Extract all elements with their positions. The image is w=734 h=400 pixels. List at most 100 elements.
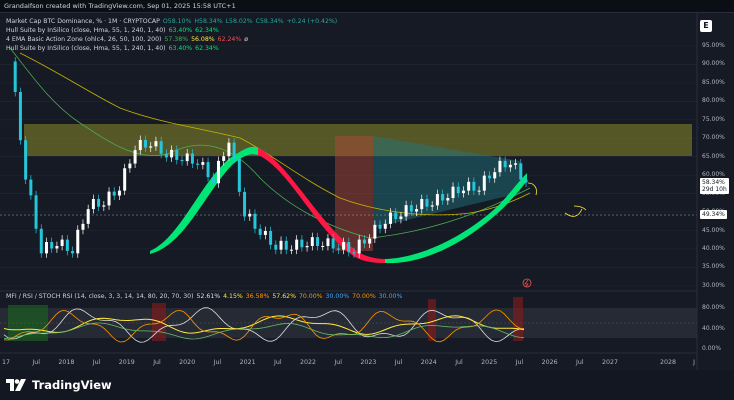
candle-body: [399, 216, 403, 219]
candle-body: [154, 141, 158, 147]
candle-body: [39, 228, 43, 254]
legend-hull-1[interactable]: Hull Suite by InSilico (close, Hma, 55, …: [6, 26, 219, 35]
candle-body: [86, 209, 90, 224]
candle-body: [185, 153, 189, 162]
price-axis-label: 95.00%: [702, 42, 725, 49]
osc-red-zone-2: [428, 299, 436, 341]
indicator-name: MFI / RSI / STOCH RSI (14, close, 3, 3, …: [6, 293, 194, 300]
candle-body: [524, 179, 528, 183]
indicator-value: 70.00%: [352, 293, 376, 300]
time-axis-label: Jul: [273, 359, 282, 366]
candle-body: [331, 238, 335, 249]
indicator-value: 30.00%: [378, 293, 403, 300]
candle-body: [425, 199, 429, 207]
brand-name: TradingView: [32, 378, 112, 392]
osc-axis-label: 0.00%: [702, 345, 722, 352]
candle-body: [102, 205, 106, 207]
osc-axis-label: 40.00%: [702, 325, 725, 332]
expand-button[interactable]: E: [700, 20, 712, 32]
ohlc-open: O58.10%: [162, 18, 192, 25]
time-axis-label: 2019: [118, 359, 135, 366]
candle-body: [467, 181, 471, 191]
candle-body: [44, 242, 48, 254]
time-axis-label: Jul: [153, 359, 161, 366]
candle-body: [117, 190, 121, 196]
candle-body: [373, 224, 377, 239]
candle-body: [456, 186, 460, 194]
candle-body: [342, 242, 346, 250]
candle-body: [441, 194, 445, 201]
tradingview-logo-icon: [6, 379, 26, 391]
candle-body: [326, 238, 330, 246]
price-axis-label: 75.00%: [702, 115, 725, 123]
attribution-text: GrandaIfson created with TradingView.com…: [4, 2, 236, 10]
candle-body: [362, 239, 366, 244]
candle-body: [164, 153, 168, 158]
candle-body: [472, 181, 476, 191]
candle-body: [394, 212, 398, 219]
legend-ema[interactable]: 4 EMA Basic Action Zone (ohlc4, 26, 50, …: [6, 35, 248, 44]
candle-body: [461, 190, 465, 194]
candle-body: [378, 224, 382, 229]
candle-body: [29, 179, 33, 196]
current-price: 58.34%: [702, 179, 725, 186]
osc-red-zone-3: [513, 297, 523, 341]
time-axis-label: 2023: [360, 359, 377, 366]
candle-body: [415, 209, 419, 212]
candle-body: [279, 240, 283, 250]
candle-body: [190, 153, 194, 164]
indicator-name: 4 EMA Basic Action Zone (ohlc4, 26, 50, …: [6, 36, 162, 43]
time-axis-label: Jul: [455, 359, 463, 366]
ohlc-change: +0.24 (+0.42%): [286, 18, 338, 25]
candle-body: [409, 205, 413, 212]
time-axis-label: Jul: [515, 359, 524, 366]
candle-body: [482, 175, 486, 191]
time-axis-label: 2021: [239, 359, 256, 366]
candle-body: [477, 190, 481, 192]
price-axis-label: 85.00%: [702, 78, 725, 86]
footer-bar: TradingView: [0, 370, 734, 400]
indicator-value: 62.34%: [195, 27, 219, 34]
indicator-value: 63.40%: [168, 45, 193, 52]
indicator-value: 56.08%: [191, 36, 215, 43]
candle-body: [97, 199, 101, 207]
legend-main[interactable]: Market Cap BTC Dominance, % · 1M · CRYPT…: [6, 17, 337, 26]
indicator-value: 30.00%: [325, 293, 350, 300]
candle-body: [216, 160, 220, 184]
candle-body: [71, 250, 75, 254]
candle-body: [24, 140, 28, 180]
tradingview-logo[interactable]: TradingView: [6, 378, 112, 392]
candle-body: [310, 237, 314, 246]
price-axis-label: 70.00%: [702, 134, 725, 142]
price-axis-label: 90.00%: [702, 60, 725, 68]
candle-body: [159, 141, 163, 154]
price-axis-label: 65.00%: [702, 152, 725, 160]
candle-body: [237, 158, 241, 192]
candle-body: [128, 163, 132, 169]
candle-body: [368, 238, 372, 244]
time-axis-label: 2025: [481, 359, 498, 366]
candle-body: [253, 213, 257, 229]
candle-body: [13, 61, 17, 93]
time-axis-label: Jul: [575, 359, 584, 366]
indicator-name: Hull Suite by InSilico (close, Hma, 55, …: [6, 45, 166, 52]
ohlc-low: L58.02%: [225, 18, 253, 25]
candle-body: [357, 239, 361, 254]
time-axis-label: 2022: [299, 359, 317, 366]
legend-hull-2[interactable]: Hull Suite by InSilico (close, Hma, 55, …: [6, 44, 219, 53]
candle-body: [201, 162, 205, 165]
candle-body: [91, 199, 95, 210]
candle-body: [65, 239, 69, 251]
chart-area[interactable]: Market Cap BTC Dominance, % · 1M · CRYPT…: [0, 12, 734, 371]
candle-body: [248, 213, 252, 217]
ohlc-high: H58.34%: [194, 18, 223, 25]
candle-body: [435, 194, 439, 206]
candle-body: [269, 230, 273, 245]
indicator-value: 57.38%: [164, 36, 189, 43]
legend-oscillator[interactable]: MFI / RSI / STOCH RSI (14, close, 3, 3, …: [6, 292, 402, 301]
candle-body: [211, 177, 215, 184]
candle-body: [180, 159, 184, 162]
chart-canvas[interactable]: [0, 13, 734, 371]
candle-body: [503, 160, 507, 168]
candle-body: [383, 223, 387, 229]
